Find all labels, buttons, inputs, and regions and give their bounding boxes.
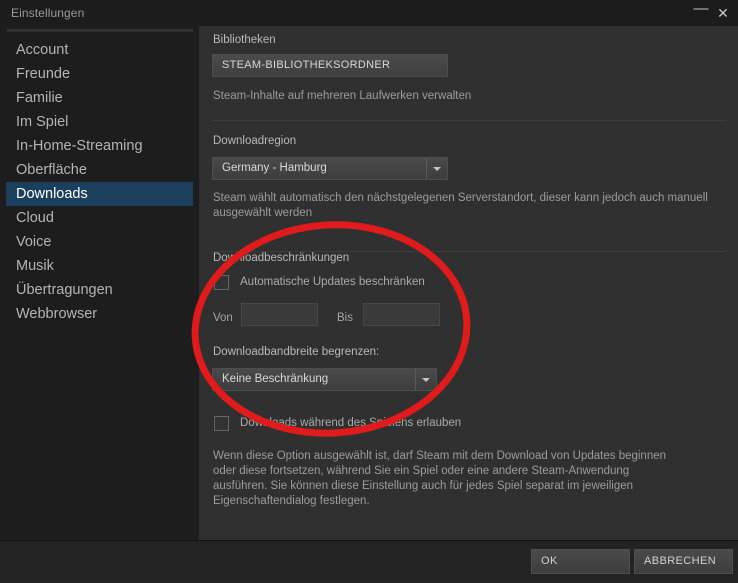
window-title: Einstellungen — [11, 6, 85, 20]
sidebar-item-cloud[interactable]: Cloud — [6, 206, 193, 230]
download-region-help-text: Steam wählt automatisch den nächstgelege… — [213, 192, 708, 219]
settings-window: Einstellungen — ✕ Account Freunde Familie I… — [0, 0, 738, 583]
allow-downloads-while-playing-checkbox[interactable] — [214, 416, 229, 431]
time-to-label: Bis — [337, 312, 353, 324]
sidebar-item-oberfl-che[interactable]: Oberfläche — [6, 158, 193, 182]
cancel-button[interactable]: ABBRECHEN — [634, 549, 733, 574]
sidebar-item-voice[interactable]: Voice — [6, 230, 193, 254]
close-icon[interactable]: ✕ — [712, 0, 734, 26]
sidebar-item-downloads[interactable]: Downloads — [6, 182, 193, 206]
sidebar-nav-list: Account Freunde Familie Im Spiel In-Home-Str… — [0, 38, 199, 326]
bandwidth-limit-label: Downloadbandbreite begrenzen: — [213, 346, 380, 358]
title-bar: Einstellungen — ✕ — [0, 0, 738, 26]
steam-library-folders-button[interactable]: STEAM-BIBLIOTHEKSORDNER — [212, 54, 448, 77]
download-region-value: Germany - Hamburg — [222, 162, 327, 174]
download-region-select[interactable]: Germany - Hamburg — [212, 157, 448, 180]
libraries-help-text: Steam-Inhalte auf mehreren Laufwerken ve… — [213, 90, 472, 102]
divider-libraries — [212, 120, 726, 121]
time-from-label: Von — [213, 312, 233, 324]
chevron-down-icon[interactable] — [415, 369, 436, 390]
limit-auto-updates-label: Automatische Updates beschränken — [240, 276, 425, 288]
sidebar: Account Freunde Familie Im Spiel In-Home-Str… — [0, 26, 200, 540]
ok-button[interactable]: OK — [531, 549, 630, 574]
sidebar-item-familie[interactable]: Familie — [6, 86, 193, 110]
bandwidth-limit-select[interactable]: Keine Beschränkung — [212, 368, 437, 391]
time-from-input[interactable] — [241, 303, 318, 326]
sidebar-item-freunde[interactable]: Freunde — [6, 62, 193, 86]
download-region-section-label: Downloadregion — [213, 135, 297, 147]
chevron-down-icon[interactable] — [426, 158, 447, 179]
sidebar-item-musik[interactable]: Musik — [6, 254, 193, 278]
settings-content-panel: Bibliotheken STEAM-BIBLIOTHEKSORDNER Ste… — [200, 26, 738, 540]
dialog-footer: OK ABBRECHEN — [0, 540, 738, 583]
minimize-icon[interactable]: — — [690, 0, 712, 26]
download-restrictions-section-label: Downloadbeschränkungen — [213, 252, 350, 264]
limit-auto-updates-checkbox[interactable] — [214, 275, 229, 290]
sidebar-item-im-spiel[interactable]: Im Spiel — [6, 110, 193, 134]
sidebar-item-account[interactable]: Account — [6, 38, 193, 62]
allow-downloads-while-playing-label: Downloads während des Spielens erlauben — [240, 417, 462, 429]
sidebar-item-bertragungen[interactable]: Übertragungen — [6, 278, 193, 302]
bandwidth-limit-value: Keine Beschränkung — [222, 373, 329, 385]
libraries-section-label: Bibliotheken — [213, 34, 276, 46]
sidebar-item-in-home-streaming[interactable]: In-Home-Streaming — [6, 134, 193, 158]
sidebar-scroll-indicator[interactable] — [7, 29, 193, 32]
allow-downloads-help-text: Wenn diese Option ausgewählt ist, darf S… — [213, 450, 667, 507]
sidebar-item-webbrowser[interactable]: Webbrowser — [6, 302, 193, 326]
time-to-input[interactable] — [363, 303, 440, 326]
